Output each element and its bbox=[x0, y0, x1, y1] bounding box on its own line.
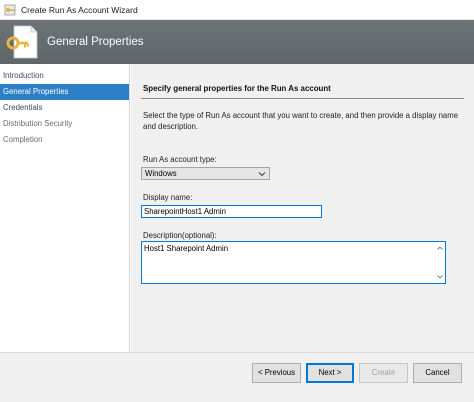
account-type-value: Windows bbox=[145, 169, 177, 178]
account-type-label: Run As account type: bbox=[143, 155, 217, 164]
content-panel: Specify general properties for the Run A… bbox=[131, 64, 474, 352]
wizard-steps-sidebar: Introduction General Properties Credenti… bbox=[0, 64, 130, 352]
wizard-header: General Properties bbox=[0, 20, 474, 64]
scroll-up-icon[interactable] bbox=[436, 244, 444, 252]
step-completion: Completion bbox=[3, 135, 43, 144]
create-button: Create bbox=[359, 363, 408, 383]
wizard-app-icon bbox=[4, 4, 16, 16]
window-title: Create Run As Account Wizard bbox=[21, 4, 138, 15]
step-distribution-security: Distribution Security bbox=[3, 119, 73, 128]
title-bar: Create Run As Account Wizard bbox=[0, 0, 474, 20]
section-title: Specify general properties for the Run A… bbox=[141, 84, 464, 99]
display-name-label: Display name: bbox=[143, 193, 193, 202]
step-credentials[interactable]: Credentials bbox=[0, 100, 129, 116]
description-value: Host1 Sharepoint Admin bbox=[144, 244, 229, 253]
step-introduction[interactable]: Introduction bbox=[0, 68, 129, 84]
description-label: Description(optional): bbox=[143, 231, 217, 240]
cancel-button[interactable]: Cancel bbox=[413, 363, 462, 383]
step-general-properties[interactable]: General Properties bbox=[0, 84, 129, 100]
previous-button[interactable]: < Previous bbox=[252, 363, 301, 383]
wizard-footer: < Previous Next > Create Cancel bbox=[0, 352, 474, 402]
description-textarea[interactable]: Host1 Sharepoint Admin bbox=[141, 241, 446, 284]
header-title: General Properties bbox=[47, 36, 144, 48]
section-description: Select the type of Run As account that y… bbox=[143, 111, 459, 131]
next-button[interactable]: Next > bbox=[306, 363, 354, 383]
key-document-icon bbox=[4, 23, 42, 61]
chevron-down-icon bbox=[258, 170, 266, 178]
account-type-select[interactable]: Windows bbox=[141, 167, 270, 180]
display-name-input[interactable]: SharepointHost1 Admin bbox=[141, 205, 322, 218]
scroll-down-icon[interactable] bbox=[436, 273, 444, 281]
